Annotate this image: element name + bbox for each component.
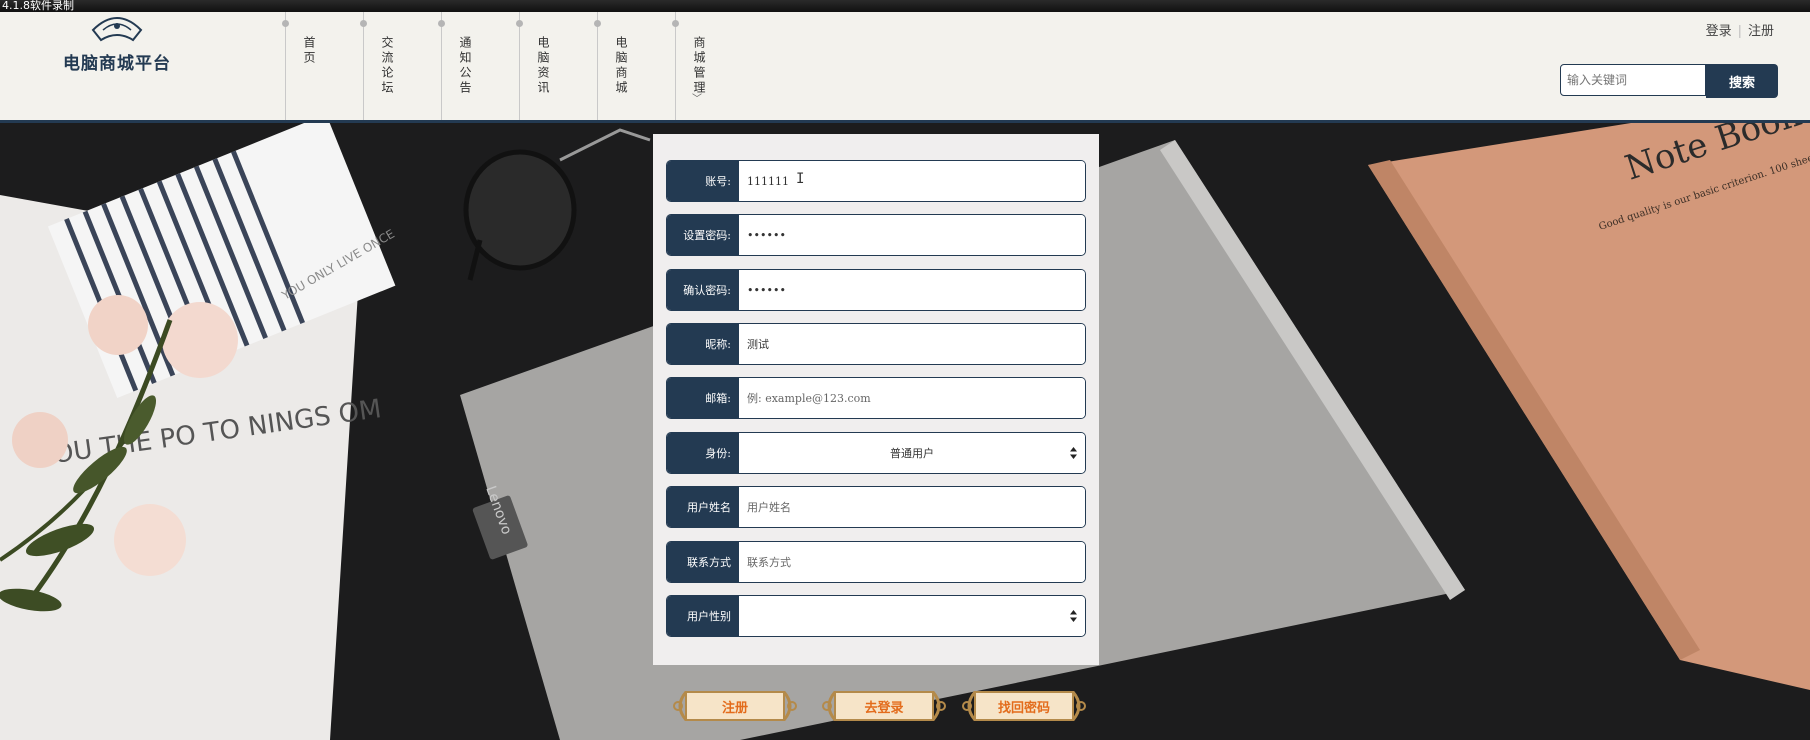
nav-label: 电脑资讯	[536, 36, 550, 96]
nav-mall-admin[interactable]: 商城管理 ﹀	[672, 12, 753, 120]
nav-news[interactable]: 电脑资讯	[516, 12, 597, 120]
logo-emblem-icon	[91, 17, 143, 42]
site-logo[interactable]: 电脑商城平台	[52, 12, 182, 74]
auth-links: 登录 | 注册	[1706, 20, 1774, 39]
recording-label: 4.1.8软件录制	[0, 0, 1810, 12]
site-name: 电脑商城平台	[63, 54, 171, 74]
field-placeholder: 联系方式	[747, 556, 791, 569]
nickname-row: 昵称: 测试	[667, 324, 1085, 364]
field-label: 昵称:	[667, 324, 739, 364]
chevron-down-icon: ﹀	[692, 94, 702, 105]
nav-label: 电脑商城	[614, 36, 628, 96]
field-value: 测试	[747, 338, 769, 351]
site-header: 电脑商城平台 首页 交流论坛 通知公告 电脑资讯 电脑商城 商城管理 ﹀ 登录 |…	[0, 12, 1810, 123]
nav-label: 交流论坛	[380, 36, 394, 96]
nav-notice[interactable]: 通知公告	[438, 12, 519, 120]
username-row: 用户姓名 用户姓名	[667, 487, 1085, 527]
register-button[interactable]: 注册	[672, 686, 798, 726]
identity-row: 身份: 普通用户	[667, 433, 1085, 473]
nickname-input[interactable]: 测试	[739, 324, 1085, 364]
nav-forum[interactable]: 交流论坛	[360, 12, 441, 120]
email-row: 邮箱: 例: example@123.com	[667, 378, 1085, 418]
field-label: 设置密码:	[667, 215, 739, 255]
nav-mall[interactable]: 电脑商城	[594, 12, 675, 120]
field-placeholder: 用户姓名	[747, 501, 791, 514]
button-label: 找回密码	[997, 700, 1050, 716]
go-login-button[interactable]: 去登录	[821, 686, 947, 726]
nav-home[interactable]: 首页	[282, 12, 363, 120]
updown-arrow-icon	[1070, 447, 1077, 459]
contact-row: 联系方式 联系方式	[667, 542, 1085, 582]
selected-value: 普通用户	[890, 447, 934, 460]
field-label: 用户姓名	[667, 487, 739, 527]
field-label: 用户性别	[667, 596, 739, 636]
button-label: 去登录	[864, 700, 904, 716]
nav-label: 通知公告	[458, 36, 472, 96]
identity-select[interactable]: 普通用户	[739, 433, 1085, 473]
divider: |	[1737, 24, 1742, 39]
field-label: 确认密码:	[667, 270, 739, 310]
button-label: 注册	[721, 700, 748, 716]
field-value: ••••••	[747, 228, 786, 242]
account-input[interactable]: 111111 I	[739, 161, 1085, 201]
account-row: 账号: 111111 I	[667, 161, 1085, 201]
updown-arrow-icon	[1070, 610, 1077, 622]
contact-input[interactable]: 联系方式	[739, 542, 1085, 582]
text-cursor-icon: I	[796, 171, 805, 187]
gender-row: 用户性别	[667, 596, 1085, 636]
search-input[interactable]	[1560, 64, 1706, 96]
find-password-button[interactable]: 找回密码	[961, 686, 1087, 726]
search-button[interactable]: 搜索	[1706, 64, 1778, 98]
field-value: ••••••	[747, 283, 786, 297]
password-input[interactable]: ••••••	[739, 215, 1085, 255]
field-label: 身份:	[667, 433, 739, 473]
password-row: 设置密码: ••••••	[667, 215, 1085, 255]
field-placeholder: 例: example@123.com	[747, 392, 871, 405]
nav-label: 首页	[302, 36, 316, 66]
confirm-password-input[interactable]: ••••••	[739, 270, 1085, 310]
username-input[interactable]: 用户姓名	[739, 487, 1085, 527]
search-bar: 搜索	[1560, 64, 1778, 98]
nav-label: 商城管理	[692, 36, 706, 96]
login-link[interactable]: 登录	[1706, 24, 1732, 39]
field-value: 111111	[747, 174, 789, 188]
field-label: 账号:	[667, 161, 739, 201]
confirm-password-row: 确认密码: ••••••	[667, 270, 1085, 310]
register-link[interactable]: 注册	[1748, 24, 1774, 39]
gender-select[interactable]	[739, 596, 1085, 636]
email-input[interactable]: 例: example@123.com	[739, 378, 1085, 418]
field-label: 联系方式	[667, 542, 739, 582]
field-label: 邮箱:	[667, 378, 739, 418]
register-form: 账号: 111111 I 设置密码: •••••• 确认密码: •••••• 昵…	[653, 134, 1099, 665]
main-nav: 首页 交流论坛 通知公告 电脑资讯 电脑商城 商城管理 ﹀	[282, 12, 753, 120]
